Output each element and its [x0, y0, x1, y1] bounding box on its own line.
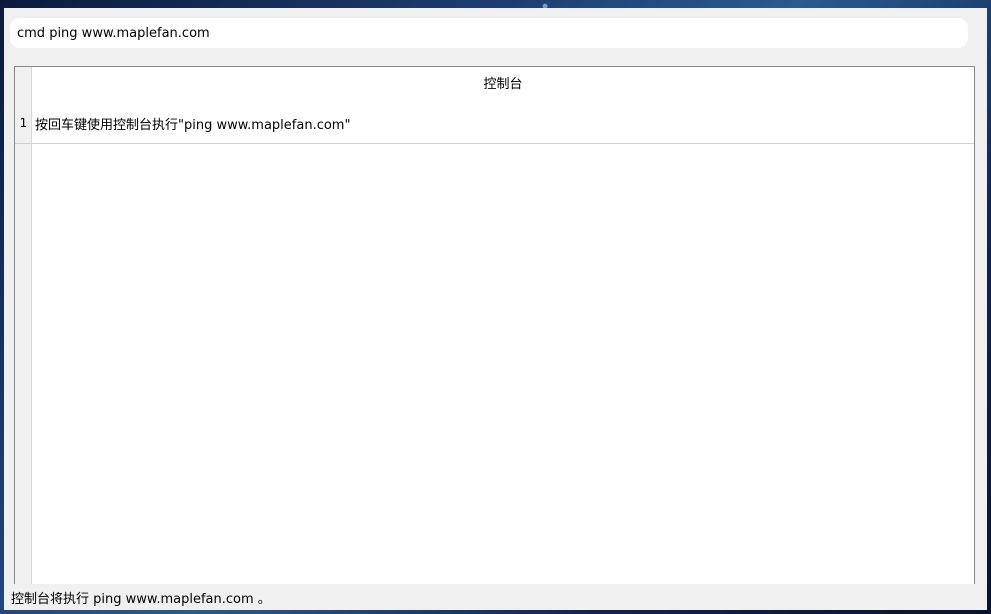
column-header-label: 控制台 [483, 76, 523, 92]
row-number: 1 [19, 116, 28, 130]
console-results-grid: 控制台 1 按回车键使用控制台执行"ping www.maplefan.com" [14, 66, 975, 586]
search-bar[interactable] [10, 18, 968, 48]
row-header-gutter [15, 67, 32, 585]
column-header-console: 控制台 [32, 67, 974, 97]
status-bar: 控制台将执行 ping www.maplefan.com 。 [4, 584, 987, 610]
search-input[interactable] [17, 25, 961, 41]
status-text: 控制台将执行 ping www.maplefan.com 。 [11, 591, 271, 607]
launcher-window: 控制台 1 按回车键使用控制台执行"ping www.maplefan.com"… [4, 8, 987, 610]
result-text: 按回车键使用控制台执行"ping www.maplefan.com" [35, 117, 351, 133]
result-row[interactable]: 1 按回车键使用控制台执行"ping www.maplefan.com" [15, 103, 974, 144]
